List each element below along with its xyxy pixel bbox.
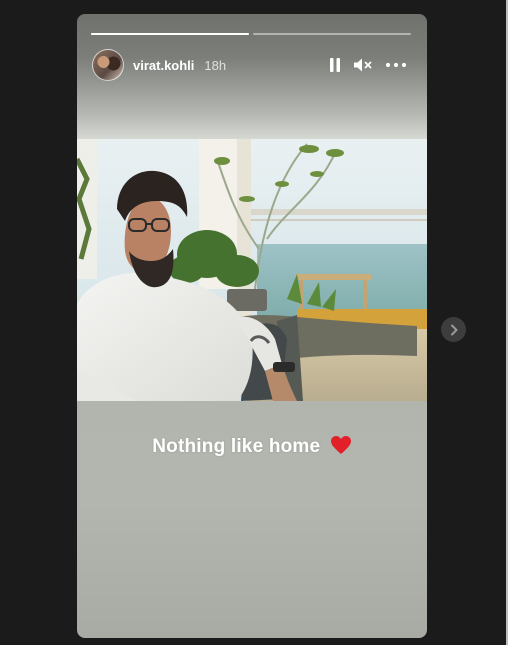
pause-icon	[330, 58, 340, 72]
story-progress-bar	[91, 33, 411, 35]
progress-segment	[253, 33, 411, 35]
more-options-button[interactable]	[385, 62, 407, 68]
avatar[interactable]	[92, 49, 124, 81]
speaker-muted-icon	[354, 58, 372, 72]
next-story-button[interactable]	[441, 317, 466, 342]
mute-button[interactable]	[353, 57, 373, 73]
pause-button[interactable]	[329, 57, 341, 73]
story-photo	[77, 139, 427, 401]
username[interactable]: virat.kohli	[133, 58, 194, 73]
story-controls	[329, 57, 407, 73]
timestamp: 18h	[204, 57, 227, 73]
progress-segment	[91, 33, 249, 35]
caption-text: Nothing like home	[152, 436, 321, 457]
chevron-right-icon	[450, 324, 457, 335]
progress-fill	[91, 33, 249, 35]
heart-emoji-icon	[330, 436, 351, 454]
story-header: virat.kohli 18h	[92, 49, 407, 81]
more-horizontal-icon	[385, 62, 407, 68]
story-viewer[interactable]: virat.kohli 18h Nothing like home	[77, 14, 427, 638]
story-caption: Nothing like home	[77, 435, 427, 458]
